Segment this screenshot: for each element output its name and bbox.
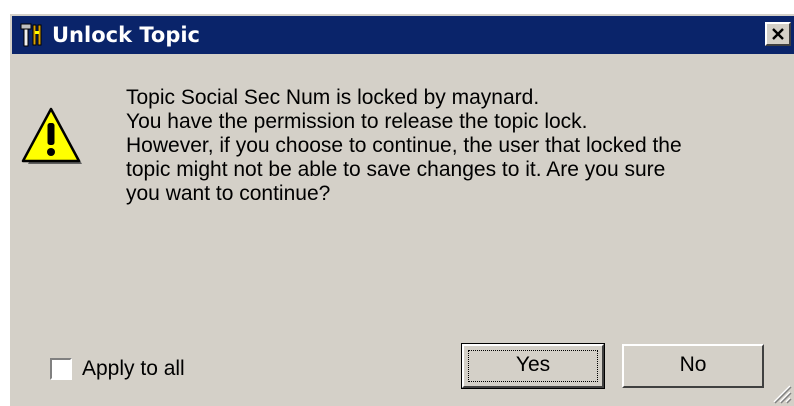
apply-to-all-label[interactable]: Apply to all: [82, 356, 185, 382]
message-line: Topic Social Sec Num is locked by maynar…: [126, 86, 540, 109]
title-bar[interactable]: Unlock Topic: [12, 16, 794, 54]
message-text: Topic Social Sec Num is locked by maynar…: [126, 86, 786, 206]
resize-grip-icon[interactable]: [768, 380, 792, 404]
message-line: However, if you choose to continue, the …: [126, 134, 682, 157]
close-button[interactable]: [765, 22, 791, 46]
message-line: you want to continue?: [126, 182, 331, 205]
tools-icon: [20, 23, 42, 47]
focus-indicator: [468, 350, 598, 382]
dialog-title: Unlock Topic: [52, 23, 200, 47]
no-button-label: No: [679, 353, 707, 376]
close-icon: [772, 28, 784, 40]
apply-to-all-checkbox[interactable]: [50, 358, 72, 380]
warning-icon: [21, 107, 82, 164]
unlock-topic-dialog: Unlock Topic Topic Social Sec Num is loc…: [8, 12, 794, 406]
yes-button[interactable]: Yes: [461, 343, 605, 389]
message-line: You have the permission to release the t…: [126, 110, 588, 133]
message-line: topic might not be able to save changes …: [126, 158, 666, 181]
no-button[interactable]: No: [622, 344, 764, 388]
